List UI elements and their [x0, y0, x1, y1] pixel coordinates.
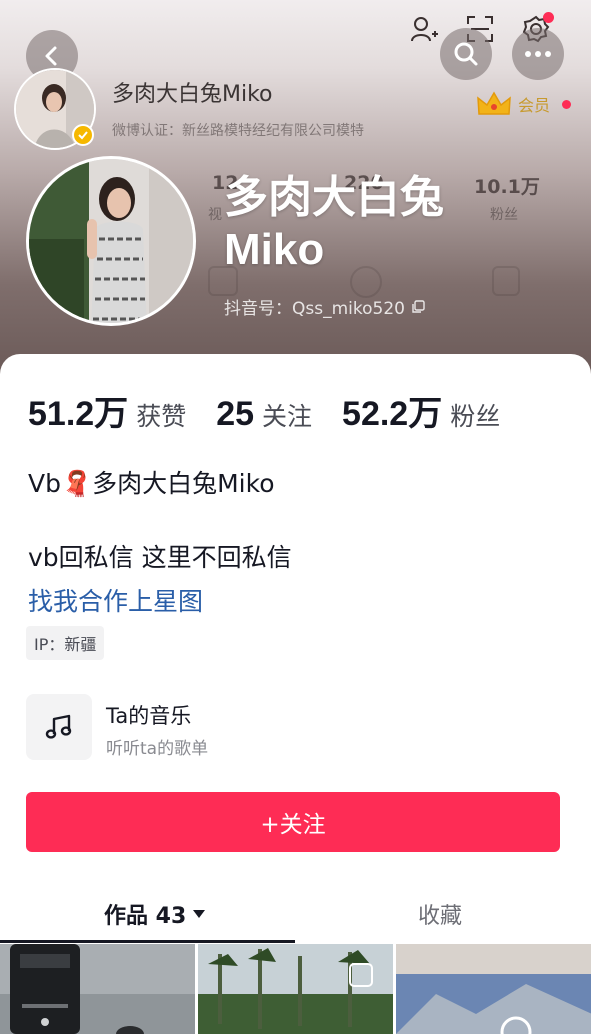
add-friend-icon[interactable]	[409, 14, 439, 44]
crown-icon	[477, 91, 511, 115]
chevron-left-icon	[45, 46, 57, 66]
ghost-name: 多肉大白兔Miko	[112, 82, 273, 107]
video-grid	[0, 944, 591, 1034]
tab-works[interactable]: 作品 43	[104, 898, 206, 930]
follow-button[interactable]: +关注	[26, 792, 560, 852]
music-entry[interactable]	[26, 694, 92, 760]
vip-label: 会员	[518, 96, 551, 115]
likes-count: 51.2万	[28, 395, 129, 433]
more-button[interactable]	[512, 28, 564, 80]
fans-label[interactable]: 粉丝	[450, 397, 500, 433]
following-label[interactable]: 关注	[262, 397, 312, 433]
music-subtitle: 听听ta的歌单	[106, 739, 209, 759]
search-button[interactable]	[440, 28, 492, 80]
checkmark-icon	[78, 131, 88, 140]
profile-stats: 51.2万 获赞 25 关注 52.2万 粉丝	[28, 386, 500, 435]
video-thumbnail[interactable]	[0, 944, 195, 1034]
ghost-videos-label: 视	[208, 207, 222, 223]
following-count[interactable]: 25	[216, 395, 254, 434]
vip-dot	[562, 99, 572, 109]
weibo-verify-text: 微博认证：新丝路模特经纪有限公司模特	[112, 123, 364, 139]
tab-favorites[interactable]: 收藏	[418, 898, 462, 930]
profile-avatar[interactable]	[26, 156, 196, 326]
fans-count[interactable]: 52.2万	[342, 386, 442, 435]
likes-label: 获赞	[136, 402, 187, 431]
search-icon	[454, 42, 478, 66]
more-icon	[525, 51, 551, 57]
caret-down-icon	[193, 910, 206, 918]
music-title[interactable]: Ta的音乐	[106, 700, 191, 730]
douyin-id[interactable]: 抖音号：Qss_miko520	[224, 294, 425, 319]
tab-works-label: 作品 43	[104, 904, 187, 929]
star-map-link[interactable]: 找我合作上星图	[28, 582, 203, 618]
douyin-id-text: 抖音号：Qss_miko520	[224, 299, 405, 319]
profile-card: 51.2万 获赞 25 关注 52.2万 粉丝 Vb🧣多肉大白兔Miko vb回…	[0, 354, 591, 1034]
copy-icon[interactable]	[411, 299, 425, 314]
ip-location-tag: IP：新疆	[26, 626, 105, 660]
notification-dot	[543, 12, 554, 23]
profile-header: 多肉大白兔Miko 微博认证：新丝路模特经纪有限公司模特 12 视 220 10…	[0, 0, 591, 380]
verified-badge	[72, 124, 94, 146]
music-note-icon	[45, 714, 72, 739]
video-thumbnail[interactable]	[198, 944, 393, 1034]
tab-indicator	[0, 940, 295, 943]
video-thumbnail[interactable]	[396, 944, 591, 1034]
vip-badge[interactable]: 会员	[476, 90, 572, 118]
bio-line-2: vb回私信 这里不回私信	[28, 543, 292, 572]
bio-line-1: Vb🧣多肉大白兔Miko	[28, 469, 275, 498]
profile-name: 多肉大白兔Miko	[224, 173, 444, 274]
content-tabs: 作品 43 收藏	[0, 888, 591, 944]
